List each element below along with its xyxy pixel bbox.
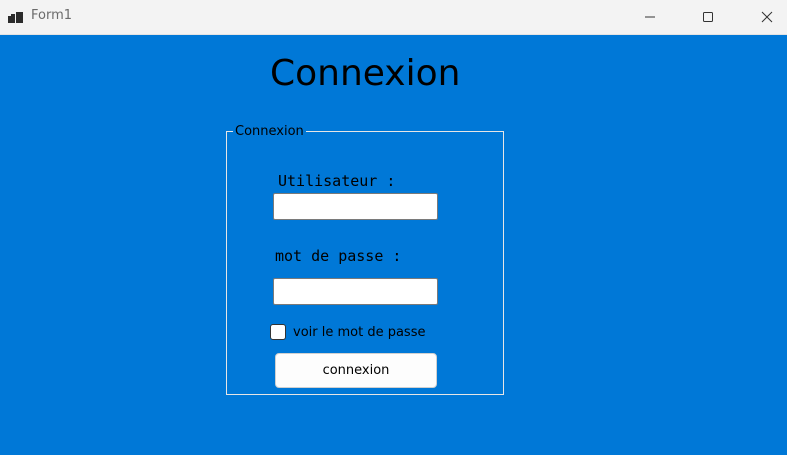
- show-password-label[interactable]: voir le mot de passe: [293, 325, 425, 340]
- title-bar[interactable]: Form1: [0, 0, 787, 35]
- maximize-button[interactable]: [685, 0, 731, 34]
- app-icon: [8, 9, 24, 25]
- close-icon: [761, 11, 773, 23]
- connexion-button[interactable]: connexion: [275, 353, 437, 388]
- minimize-icon: [644, 11, 656, 23]
- close-button[interactable]: [744, 0, 787, 34]
- username-input[interactable]: [273, 193, 438, 220]
- groupbox-label: Connexion: [233, 124, 306, 139]
- page-title: Connexion: [270, 53, 461, 94]
- username-label: Utilisateur :: [278, 172, 396, 190]
- maximize-icon: [702, 11, 714, 23]
- password-label: mot de passe :: [275, 247, 402, 265]
- password-input[interactable]: [273, 278, 438, 305]
- show-password-checkbox[interactable]: [270, 324, 286, 340]
- form-client-area: Connexion Connexion Utilisateur : mot de…: [0, 35, 787, 455]
- minimize-button[interactable]: [627, 0, 673, 34]
- window-title: Form1: [31, 8, 73, 23]
- connexion-button-label: connexion: [322, 363, 390, 378]
